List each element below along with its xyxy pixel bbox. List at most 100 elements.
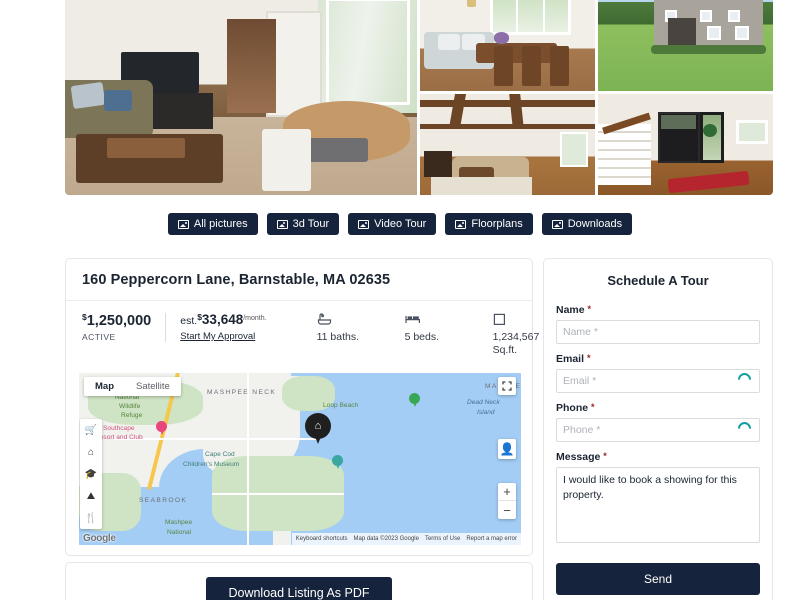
gallery-action-bar: All pictures 3d Tour Video Tour Floorpla…	[0, 213, 800, 235]
submit-tour-button[interactable]: Send	[556, 563, 760, 595]
terms-of-use-link[interactable]: Terms of Use	[425, 536, 460, 542]
schedule-tour-title: Schedule A Tour	[607, 273, 709, 288]
cart-icon[interactable]: 🛒	[80, 419, 102, 441]
report-map-error-link[interactable]: Report a map error	[466, 536, 517, 542]
map-category-bar: 🛒 ⌂ 🎓 ⛰ 🍴	[80, 419, 102, 529]
price-block: $1,250,000 ACTIVE	[82, 312, 167, 342]
listing-details-card: 160 Peppercorn Lane, Barnstable, MA 0263…	[65, 258, 539, 556]
downloads-button[interactable]: Downloads	[541, 213, 633, 235]
map-toggle-satellite[interactable]: Satellite	[125, 377, 181, 396]
map-label: National	[167, 529, 192, 536]
property-features: 11 baths. 5 beds. 1,234,567 Sq.ft.	[317, 313, 559, 357]
map-label: Cape Cod	[205, 451, 235, 458]
3d-tour-label: 3d Tour	[292, 218, 330, 230]
image-icon	[358, 219, 370, 229]
required-mark: *	[586, 353, 591, 363]
downloads-label: Downloads	[567, 218, 623, 230]
keyboard-shortcuts-link[interactable]: Keyboard shortcuts	[296, 536, 348, 542]
google-logo: Google	[83, 533, 116, 544]
map-label: Dead Neck	[467, 399, 500, 406]
photo-gallery	[65, 0, 773, 195]
message-label: Message *	[556, 451, 607, 463]
required-mark: *	[603, 451, 607, 461]
feature-beds: 5 beds.	[405, 313, 471, 357]
school-icon[interactable]: 🎓	[80, 463, 102, 485]
gallery-photo-great-room[interactable]	[420, 94, 595, 195]
name-input[interactable]	[556, 320, 760, 344]
museum-marker[interactable]	[332, 455, 343, 469]
map-label: Resort and Club	[95, 434, 143, 441]
feature-beds-text: 5 beds.	[404, 331, 440, 343]
property-marker[interactable]: ⌂	[305, 413, 331, 447]
message-textarea[interactable]	[556, 467, 760, 543]
zoom-in-button[interactable]: +	[498, 483, 516, 501]
estimate-block: est.$33,648/month. Start My Approval	[166, 312, 267, 342]
listing-stats-row: $1,250,000 ACTIVE est.$33,648/month. Sta…	[66, 301, 539, 367]
phone-input[interactable]	[556, 418, 760, 442]
required-mark: *	[591, 402, 595, 412]
home-icon[interactable]: ⌂	[80, 441, 102, 463]
schedule-tour-card: Schedule A Tour Name * Email * Phone * M…	[543, 258, 773, 600]
loop-beach-marker[interactable]	[409, 393, 420, 407]
pegman-icon[interactable]: 👤	[498, 439, 516, 459]
image-icon	[455, 219, 467, 229]
bed-icon	[404, 313, 471, 328]
name-field-group: Name *	[556, 304, 760, 344]
status-badge: ACTIVE	[82, 331, 116, 342]
email-field-group: Email *	[556, 353, 760, 393]
home-icon: ⌂	[314, 420, 322, 432]
phone-field-group: Phone *	[556, 402, 760, 442]
restaurant-icon[interactable]: 🍴	[80, 507, 102, 529]
start-my-approval-link[interactable]: Start My Approval	[180, 331, 266, 342]
listing-page: All pictures 3d Tour Video Tour Floorpla…	[0, 0, 800, 600]
download-pdf-card: Download Listing As PDF	[65, 562, 533, 600]
download-listing-pdf-button[interactable]: Download Listing As PDF	[206, 577, 392, 600]
email-label: Email *	[556, 353, 591, 365]
fullscreen-icon[interactable]	[498, 377, 516, 395]
map-label: Children's Museum	[183, 461, 240, 468]
map-label: Wildlife	[119, 403, 141, 410]
gallery-photo-entry-foyer[interactable]	[598, 94, 773, 195]
map-label: Loop Beach	[323, 402, 359, 409]
estimate-period: /month.	[243, 315, 267, 322]
floorplans-label: Floorplans	[471, 218, 523, 230]
map-label: Mashpee	[165, 519, 193, 526]
feature-baths-text: 11 baths.	[316, 331, 359, 343]
map-label: Southcape	[103, 425, 135, 432]
map-label: Island	[477, 409, 495, 416]
video-tour-label: Video Tour	[374, 218, 427, 230]
video-tour-button[interactable]: Video Tour	[348, 213, 437, 235]
map-data-text: Map data ©2023 Google	[353, 536, 419, 542]
all-pictures-button[interactable]: All pictures	[167, 213, 258, 235]
image-icon	[177, 219, 189, 229]
required-mark: *	[587, 304, 592, 314]
all-pictures-label: All pictures	[193, 218, 248, 230]
map-toggle-map[interactable]: Map	[84, 377, 125, 396]
park-icon[interactable]: ⛰	[80, 485, 102, 507]
gallery-photo-breakfast-nook[interactable]	[420, 0, 595, 91]
zoom-out-button[interactable]: −	[498, 501, 516, 519]
bathtub-icon	[317, 313, 383, 328]
message-field-group: Message *	[556, 451, 760, 548]
image-icon	[551, 219, 563, 229]
location-map[interactable]: MASHPEE NECK MASHPEE Loop Beach Dead Nec…	[79, 373, 521, 545]
map-attribution: Keyboard shortcuts Map data ©2023 Google…	[291, 533, 521, 545]
map-type-toggle: Map Satellite	[84, 377, 181, 396]
phone-label: Phone *	[556, 402, 595, 414]
map-label: MASHPEE NECK	[207, 389, 277, 396]
map-label: SEABROOK	[139, 497, 188, 504]
3d-tour-button[interactable]: 3d Tour	[266, 213, 340, 235]
gallery-photo-exterior-front[interactable]	[598, 0, 773, 91]
feature-baths: 11 baths.	[317, 313, 383, 357]
name-label: Name *	[556, 304, 592, 316]
gallery-photo-living-room[interactable]	[65, 0, 417, 195]
email-input[interactable]	[556, 369, 760, 393]
map-label: Refuge	[121, 412, 143, 419]
southcape-marker[interactable]	[156, 421, 167, 435]
estimate-amount: 33,648	[201, 312, 244, 327]
gallery-thumbnails	[420, 0, 773, 195]
page-title: 160 Peppercorn Lane, Barnstable, MA 0263…	[82, 272, 391, 288]
listing-price: $1,250,000	[82, 312, 152, 330]
floorplans-button[interactable]: Floorplans	[445, 213, 533, 235]
price-value: 1,250,000	[86, 313, 152, 329]
